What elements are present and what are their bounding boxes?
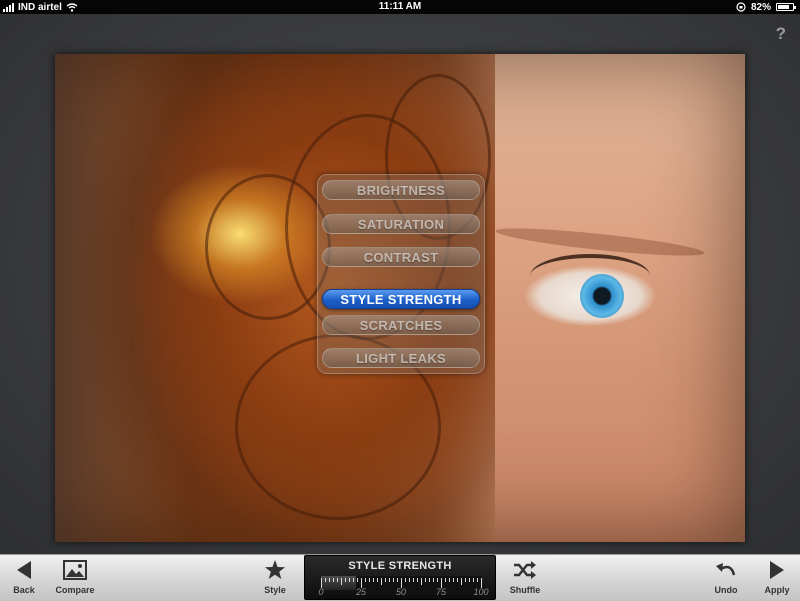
slider-tick bbox=[393, 578, 394, 582]
shuffle-button[interactable]: Shuffle bbox=[508, 555, 542, 601]
slider-tick bbox=[417, 578, 418, 582]
shuffle-label: Shuffle bbox=[509, 585, 541, 595]
slider-tick bbox=[353, 578, 354, 582]
slider-tick bbox=[389, 578, 390, 582]
slider-tick bbox=[473, 578, 474, 582]
menu-item-scratches[interactable]: SCRATCHES bbox=[322, 315, 480, 335]
slider-tick bbox=[461, 578, 462, 585]
menu-item-brightness[interactable]: BRIGHTNESS bbox=[322, 180, 480, 200]
slider-title: STYLE STRENGTH bbox=[348, 560, 452, 572]
parameter-menu: BRIGHTNESS SATURATION CONTRAST STYLE STR… bbox=[317, 174, 485, 374]
status-right: 82% bbox=[736, 0, 796, 14]
status-time: 11:11 AM bbox=[378, 1, 422, 12]
slider-tick bbox=[329, 578, 330, 582]
style-label: Style bbox=[264, 585, 286, 595]
slider-tick bbox=[421, 578, 422, 585]
image-icon bbox=[63, 560, 87, 580]
star-icon bbox=[265, 560, 285, 579]
slider-tick bbox=[437, 578, 438, 582]
slider-tick bbox=[369, 578, 370, 582]
battery-icon bbox=[776, 3, 796, 11]
slider-tick bbox=[457, 578, 458, 582]
back-button[interactable]: Back bbox=[8, 555, 40, 601]
compare-label: Compare bbox=[55, 585, 95, 595]
wifi-icon bbox=[66, 2, 78, 12]
menu-item-style-strength[interactable]: STYLE STRENGTH bbox=[322, 289, 480, 309]
slider-tick bbox=[333, 578, 334, 582]
shuffle-icon bbox=[514, 561, 536, 579]
slider-tick bbox=[413, 578, 414, 582]
back-label: Back bbox=[13, 585, 35, 595]
undo-icon bbox=[716, 563, 736, 576]
slider-tick bbox=[449, 578, 450, 582]
scale-label: 50 bbox=[395, 587, 407, 597]
scale-label: 100 bbox=[473, 587, 489, 597]
slider-tick bbox=[341, 578, 342, 585]
slider-tick bbox=[385, 578, 386, 582]
slider-tick bbox=[337, 578, 338, 582]
battery-percentage: 82% bbox=[750, 1, 771, 13]
slider-tick bbox=[365, 578, 366, 582]
slider-tick bbox=[405, 578, 406, 582]
slider-tick bbox=[469, 578, 470, 582]
scale-label: 75 bbox=[435, 587, 447, 597]
slider-scale: 0 25 50 75 100 bbox=[315, 587, 489, 599]
slider-tick bbox=[349, 578, 350, 582]
slider-tick bbox=[345, 578, 346, 582]
style-button[interactable]: Style bbox=[260, 555, 290, 601]
slider-tick bbox=[429, 578, 430, 582]
slider-tick bbox=[373, 578, 374, 582]
scale-label: 25 bbox=[355, 587, 367, 597]
slider-tick bbox=[445, 578, 446, 582]
carrier-name: IND airtel bbox=[18, 1, 62, 13]
slider-tick bbox=[433, 578, 434, 582]
status-bar: IND airtel 11:11 AM 82% bbox=[0, 0, 800, 14]
apply-button[interactable]: Apply bbox=[762, 555, 792, 601]
style-strength-slider[interactable]: STYLE STRENGTH 0 25 50 75 100 bbox=[304, 555, 496, 600]
slider-tick bbox=[397, 578, 398, 582]
slider-tick bbox=[409, 578, 410, 582]
undo-button[interactable]: Undo bbox=[711, 555, 741, 601]
workspace: ? BRIGHTNESS SATURATION CONTRAST STYLE S… bbox=[0, 14, 800, 554]
slider-tick bbox=[477, 578, 478, 582]
rotation-lock-icon bbox=[736, 2, 746, 12]
help-icon[interactable]: ? bbox=[776, 24, 786, 44]
compare-button[interactable]: Compare bbox=[52, 555, 98, 601]
signal-icon bbox=[3, 2, 14, 12]
menu-item-saturation[interactable]: SATURATION bbox=[322, 214, 480, 234]
forward-arrow-icon bbox=[770, 561, 784, 579]
slider-tick bbox=[357, 578, 358, 582]
menu-item-contrast[interactable]: CONTRAST bbox=[322, 247, 480, 267]
slider-tick bbox=[377, 578, 378, 582]
apply-label: Apply bbox=[764, 585, 790, 595]
slider-tick bbox=[325, 578, 326, 582]
slider-tick bbox=[425, 578, 426, 582]
slider-tick bbox=[465, 578, 466, 582]
undo-label: Undo bbox=[714, 585, 738, 595]
back-arrow-icon bbox=[17, 561, 31, 579]
menu-item-light-leaks[interactable]: LIGHT LEAKS bbox=[322, 348, 480, 368]
slider-tick bbox=[381, 578, 382, 585]
status-left: IND airtel bbox=[3, 0, 78, 14]
scale-label: 0 bbox=[318, 587, 324, 597]
slider-tick bbox=[453, 578, 454, 582]
